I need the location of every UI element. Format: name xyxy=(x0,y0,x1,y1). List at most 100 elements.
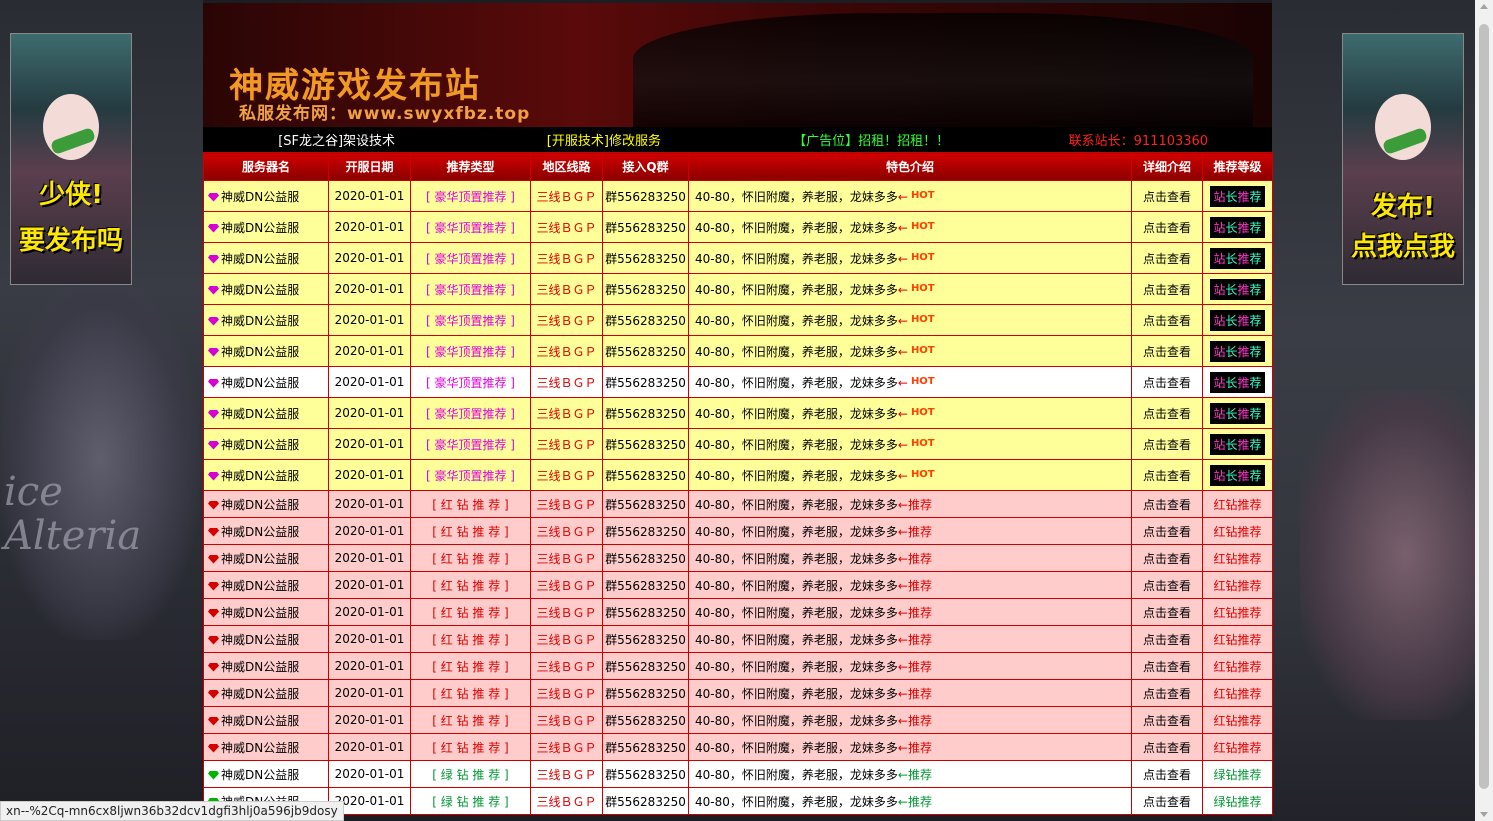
details-link[interactable]: 点击查看 xyxy=(1131,211,1203,243)
server-name-cell[interactable]: 神威DN公益服 xyxy=(203,490,329,518)
features-cell[interactable]: 40-80，怀旧附魔，养老服，龙妹多多←推荐 xyxy=(688,706,1132,734)
details-link[interactable]: 点击查看 xyxy=(1131,335,1203,367)
table-row[interactable]: 神威DN公益服 2020-01-01 [ 红 钻 推 荐 ] 三线ＢＧＰ 群55… xyxy=(203,571,1273,599)
features-cell[interactable]: 40-80，怀旧附魔，养老服，龙妹多多← HOT xyxy=(688,397,1132,429)
table-row[interactable]: 神威DN公益服 2020-01-01 [ 豪华顶置推荐 ] 三线ＢＧＰ 群556… xyxy=(203,335,1273,367)
scroll-down-arrow-icon[interactable] xyxy=(1480,812,1488,817)
server-name-cell[interactable]: 神威DN公益服 xyxy=(203,544,329,572)
details-link[interactable]: 点击查看 xyxy=(1131,180,1203,212)
details-link[interactable]: 点击查看 xyxy=(1131,242,1203,274)
table-row[interactable]: 神威DN公益服 2020-01-01 [ 红 钻 推 荐 ] 三线ＢＧＰ 群55… xyxy=(203,544,1273,572)
features-cell[interactable]: 40-80，怀旧附魔，养老服，龙妹多多← HOT xyxy=(688,180,1132,212)
server-name-cell[interactable]: 神威DN公益服 xyxy=(203,625,329,653)
features-cell[interactable]: 40-80，怀旧附魔，养老服，龙妹多多← HOT xyxy=(688,211,1132,243)
features-cell[interactable]: 40-80，怀旧附魔，养老服，龙妹多多←推荐 xyxy=(688,571,1132,599)
details-link[interactable]: 点击查看 xyxy=(1131,459,1203,491)
server-name-cell[interactable]: 神威DN公益服 xyxy=(203,211,329,243)
server-name-cell[interactable]: 神威DN公益服 xyxy=(203,273,329,305)
details-link[interactable]: 点击查看 xyxy=(1131,652,1203,680)
server-name-cell[interactable]: 神威DN公益服 xyxy=(203,571,329,599)
server-name-cell[interactable]: 神威DN公益服 xyxy=(203,428,329,460)
table-row[interactable]: 神威DN公益服 2020-01-01 [ 豪华顶置推荐 ] 三线ＢＧＰ 群556… xyxy=(203,428,1273,460)
server-name-cell[interactable]: 神威DN公益服 xyxy=(203,652,329,680)
details-link[interactable]: 点击查看 xyxy=(1131,366,1203,398)
server-name-cell[interactable]: 神威DN公益服 xyxy=(203,598,329,626)
table-row[interactable]: 神威DN公益服 2020-01-01 [ 绿 钻 推 荐 ] 三线ＢＧＰ 群55… xyxy=(203,760,1273,788)
details-link[interactable]: 点击查看 xyxy=(1131,571,1203,599)
server-name-cell[interactable]: 神威DN公益服 xyxy=(203,760,329,788)
table-row[interactable]: 神威DN公益服 2020-01-01 [ 绿 钻 推 荐 ] 三线ＢＧＰ 群55… xyxy=(203,787,1273,815)
server-name-cell[interactable]: 神威DN公益服 xyxy=(203,706,329,734)
features-cell[interactable]: 40-80，怀旧附魔，养老服，龙妹多多← HOT xyxy=(688,273,1132,305)
details-link[interactable]: 点击查看 xyxy=(1131,428,1203,460)
features-cell[interactable]: 40-80，怀旧附魔，养老服，龙妹多多← HOT xyxy=(688,459,1132,491)
details-link[interactable]: 点击查看 xyxy=(1131,679,1203,707)
details-link[interactable]: 点击查看 xyxy=(1131,517,1203,545)
topbar-link-tech[interactable]: [开服技术]修改服务 xyxy=(470,130,737,149)
server-name-cell[interactable]: 神威DN公益服 xyxy=(203,679,329,707)
server-name-cell[interactable]: 神威DN公益服 xyxy=(203,366,329,398)
features-cell[interactable]: 40-80，怀旧附魔，养老服，龙妹多多←推荐 xyxy=(688,544,1132,572)
topbar-link-setup[interactable]: [SF龙之谷]架设技术 xyxy=(203,130,470,149)
details-link[interactable]: 点击查看 xyxy=(1131,787,1203,815)
features-cell[interactable]: 40-80，怀旧附魔，养老服，龙妹多多←推荐 xyxy=(688,625,1132,653)
features-cell[interactable]: 40-80，怀旧附魔，养老服，龙妹多多←推荐 xyxy=(688,679,1132,707)
site-banner[interactable]: 神威游戏发布站 私服发布网：www.swyxfbz.top xyxy=(203,3,1272,127)
table-row[interactable]: 神威DN公益服 2020-01-01 [ 红 钻 推 荐 ] 三线ＢＧＰ 群55… xyxy=(203,733,1273,761)
features-cell[interactable]: 40-80，怀旧附魔，养老服，龙妹多多←推荐 xyxy=(688,733,1132,761)
table-row[interactable]: 神威DN公益服 2020-01-01 [ 豪华顶置推荐 ] 三线ＢＧＰ 群556… xyxy=(203,242,1273,274)
server-name-cell[interactable]: 神威DN公益服 xyxy=(203,459,329,491)
table-row[interactable]: 神威DN公益服 2020-01-01 [ 红 钻 推 荐 ] 三线ＢＧＰ 群55… xyxy=(203,598,1273,626)
features-cell[interactable]: 40-80，怀旧附魔，养老服，龙妹多多← HOT xyxy=(688,428,1132,460)
features-cell[interactable]: 40-80，怀旧附魔，养老服，龙妹多多←推荐 xyxy=(688,787,1132,815)
server-name-cell[interactable]: 神威DN公益服 xyxy=(203,304,329,336)
details-link[interactable]: 点击查看 xyxy=(1131,598,1203,626)
server-name-cell[interactable]: 神威DN公益服 xyxy=(203,517,329,545)
table-row[interactable]: 神威DN公益服 2020-01-01 [ 红 钻 推 荐 ] 三线ＢＧＰ 群55… xyxy=(203,517,1273,545)
table-row[interactable]: 神威DN公益服 2020-01-01 [ 豪华顶置推荐 ] 三线ＢＧＰ 群556… xyxy=(203,397,1273,429)
table-row[interactable]: 神威DN公益服 2020-01-01 [ 豪华顶置推荐 ] 三线ＢＧＰ 群556… xyxy=(203,459,1273,491)
features-cell[interactable]: 40-80，怀旧附魔，养老服，龙妹多多←推荐 xyxy=(688,490,1132,518)
details-link[interactable]: 点击查看 xyxy=(1131,706,1203,734)
left-side-ad[interactable]: 少侠! 要发布吗 xyxy=(10,33,132,285)
scrollbar-thumb[interactable] xyxy=(1479,24,1489,789)
table-row[interactable]: 神威DN公益服 2020-01-01 [ 豪华顶置推荐 ] 三线ＢＧＰ 群556… xyxy=(203,273,1273,305)
server-name-cell[interactable]: 神威DN公益服 xyxy=(203,397,329,429)
table-row[interactable]: 神威DN公益服 2020-01-01 [ 红 钻 推 荐 ] 三线ＢＧＰ 群55… xyxy=(203,706,1273,734)
table-row[interactable]: 神威DN公益服 2020-01-01 [ 豪华顶置推荐 ] 三线ＢＧＰ 群556… xyxy=(203,211,1273,243)
table-row[interactable]: 神威DN公益服 2020-01-01 [ 豪华顶置推荐 ] 三线ＢＧＰ 群556… xyxy=(203,366,1273,398)
features-cell[interactable]: 40-80，怀旧附魔，养老服，龙妹多多←推荐 xyxy=(688,760,1132,788)
topbar-contact[interactable]: 联系站长：911103360 xyxy=(1005,130,1272,149)
scroll-up-arrow-icon[interactable] xyxy=(1480,4,1488,9)
details-link[interactable]: 点击查看 xyxy=(1131,273,1203,305)
server-name-cell[interactable]: 神威DN公益服 xyxy=(203,242,329,274)
features-cell[interactable]: 40-80，怀旧附魔，养老服，龙妹多多← HOT xyxy=(688,366,1132,398)
details-link[interactable]: 点击查看 xyxy=(1131,490,1203,518)
features-cell[interactable]: 40-80，怀旧附魔，养老服，龙妹多多← HOT xyxy=(688,304,1132,336)
vertical-scrollbar[interactable] xyxy=(1475,0,1493,821)
details-link[interactable]: 点击查看 xyxy=(1131,544,1203,572)
details-link[interactable]: 点击查看 xyxy=(1131,733,1203,761)
features-cell[interactable]: 40-80，怀旧附魔，养老服，龙妹多多← HOT xyxy=(688,335,1132,367)
table-row[interactable]: 神威DN公益服 2020-01-01 [ 红 钻 推 荐 ] 三线ＢＧＰ 群55… xyxy=(203,625,1273,653)
features-cell[interactable]: 40-80，怀旧附魔，养老服，龙妹多多← HOT xyxy=(688,242,1132,274)
details-link[interactable]: 点击查看 xyxy=(1131,760,1203,788)
table-row[interactable]: 神威DN公益服 2020-01-01 [ 豪华顶置推荐 ] 三线ＢＧＰ 群556… xyxy=(203,304,1273,336)
topbar-ad-slot[interactable]: 【广告位】招租！招租！！ xyxy=(738,130,1005,149)
table-row[interactable]: 神威DN公益服 2020-01-01 [ 红 钻 推 荐 ] 三线ＢＧＰ 群55… xyxy=(203,490,1273,518)
features-cell[interactable]: 40-80，怀旧附魔，养老服，龙妹多多←推荐 xyxy=(688,517,1132,545)
right-side-ad[interactable]: 发布! 点我点我 xyxy=(1342,33,1464,285)
level-badge: 站长推荐 xyxy=(1210,278,1265,300)
region-line-cell: 三线ＢＧＰ xyxy=(530,679,603,707)
server-name-cell[interactable]: 神威DN公益服 xyxy=(203,180,329,212)
details-link[interactable]: 点击查看 xyxy=(1131,304,1203,336)
server-name-cell[interactable]: 神威DN公益服 xyxy=(203,733,329,761)
features-cell[interactable]: 40-80，怀旧附魔，养老服，龙妹多多←推荐 xyxy=(688,652,1132,680)
server-name-cell[interactable]: 神威DN公益服 xyxy=(203,335,329,367)
details-link[interactable]: 点击查看 xyxy=(1131,625,1203,653)
table-row[interactable]: 神威DN公益服 2020-01-01 [ 红 钻 推 荐 ] 三线ＢＧＰ 群55… xyxy=(203,679,1273,707)
table-row[interactable]: 神威DN公益服 2020-01-01 [ 红 钻 推 荐 ] 三线ＢＧＰ 群55… xyxy=(203,652,1273,680)
features-cell[interactable]: 40-80，怀旧附魔，养老服，龙妹多多←推荐 xyxy=(688,598,1132,626)
table-row[interactable]: 神威DN公益服 2020-01-01 [ 豪华顶置推荐 ] 三线ＢＧＰ 群556… xyxy=(203,180,1273,212)
details-link[interactable]: 点击查看 xyxy=(1131,397,1203,429)
